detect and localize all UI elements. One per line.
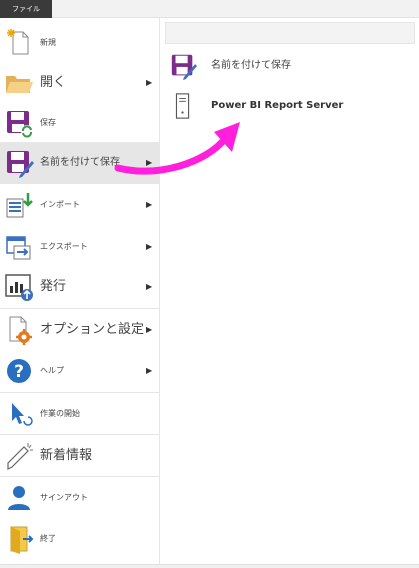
menu-item-label: エクスポート bbox=[40, 242, 88, 251]
menu-item-publish[interactable]: 発行 ▶ bbox=[0, 266, 160, 308]
import-icon bbox=[6, 193, 33, 218]
menu-item-label: 終了 bbox=[40, 534, 56, 543]
whats-new-icon bbox=[7, 443, 33, 470]
menu-item-options[interactable]: オプションと設定 ▶ bbox=[0, 308, 160, 350]
file-tab[interactable]: ファイル bbox=[0, 0, 52, 18]
menu-item-exit[interactable]: 終了 bbox=[0, 518, 160, 560]
menu-item-save-as[interactable]: 名前を付けて保存 ▶ bbox=[0, 142, 160, 184]
menu-item-label: オプションと設定 bbox=[40, 322, 145, 337]
chevron-right-icon: ▶ bbox=[146, 242, 153, 251]
chevron-right-icon: ▶ bbox=[146, 325, 153, 334]
menu-item-label: 新規 bbox=[40, 38, 56, 47]
panel-item-label: 名前を付けて保存 bbox=[211, 60, 291, 71]
chevron-right-icon: ▶ bbox=[146, 78, 153, 87]
menu-item-label: 開く bbox=[40, 75, 67, 90]
menu-item-sign-out[interactable]: サインアウト bbox=[0, 476, 160, 518]
svg-text:?: ? bbox=[14, 362, 24, 382]
panel-header-strip bbox=[165, 22, 415, 44]
menu-item-label: 発行 bbox=[40, 279, 67, 294]
menu-item-import[interactable]: インポート ▶ bbox=[0, 184, 160, 226]
panel-item-label: Power BI Report Server bbox=[211, 100, 344, 111]
chevron-right-icon: ▶ bbox=[146, 158, 153, 167]
menu-item-new[interactable]: 新規 bbox=[0, 22, 160, 64]
menu-item-label: サインアウト bbox=[40, 493, 88, 502]
get-started-icon bbox=[12, 403, 33, 426]
server-icon bbox=[175, 93, 190, 119]
title-bar: ファイル bbox=[0, 0, 419, 18]
publish-icon bbox=[5, 274, 33, 301]
save-as-panel: 名前を付けて保存 Power BI Report Server bbox=[161, 18, 419, 564]
panel-item-report-server[interactable]: Power BI Report Server bbox=[169, 88, 409, 124]
menu-item-label: 保存 bbox=[40, 118, 56, 127]
save-icon bbox=[7, 111, 33, 138]
save-as-icon bbox=[7, 151, 34, 178]
menu-item-save[interactable]: 保存 bbox=[0, 102, 160, 144]
menu-item-help[interactable]: ? ヘルプ ▶ bbox=[0, 350, 160, 392]
menu-item-export[interactable]: エクスポート ▶ bbox=[0, 226, 160, 268]
options-icon bbox=[9, 316, 32, 345]
save-as-icon bbox=[171, 54, 197, 80]
chevron-right-icon: ▶ bbox=[146, 282, 153, 291]
backstage-menu: 新規 開く ▶ 保存 名前を付けて保存 ▶ インポート ▶ エクスポート ▶ 発… bbox=[0, 18, 160, 564]
panel-item-save-as[interactable]: 名前を付けて保存 bbox=[169, 48, 409, 84]
help-icon: ? bbox=[7, 359, 31, 383]
menu-item-label: ヘルプ bbox=[40, 366, 64, 375]
chevron-right-icon: ▶ bbox=[146, 200, 153, 209]
menu-item-get-started[interactable]: 作業の開始 bbox=[0, 392, 160, 434]
chevron-right-icon: ▶ bbox=[146, 366, 153, 375]
menu-item-label: 新着情報 bbox=[40, 448, 93, 463]
status-bar bbox=[0, 564, 419, 568]
new-file-icon bbox=[7, 29, 29, 55]
exit-icon bbox=[10, 526, 34, 554]
menu-item-label: インポート bbox=[40, 200, 80, 209]
export-icon bbox=[6, 236, 31, 260]
menu-item-whats-new[interactable]: 新着情報 bbox=[0, 434, 160, 476]
folder-open-icon bbox=[6, 76, 33, 93]
menu-item-label: 名前を付けて保存 bbox=[40, 157, 120, 168]
menu-item-label: 作業の開始 bbox=[40, 409, 80, 418]
menu-item-open[interactable]: 開く ▶ bbox=[0, 62, 160, 104]
sign-out-icon bbox=[8, 486, 30, 510]
